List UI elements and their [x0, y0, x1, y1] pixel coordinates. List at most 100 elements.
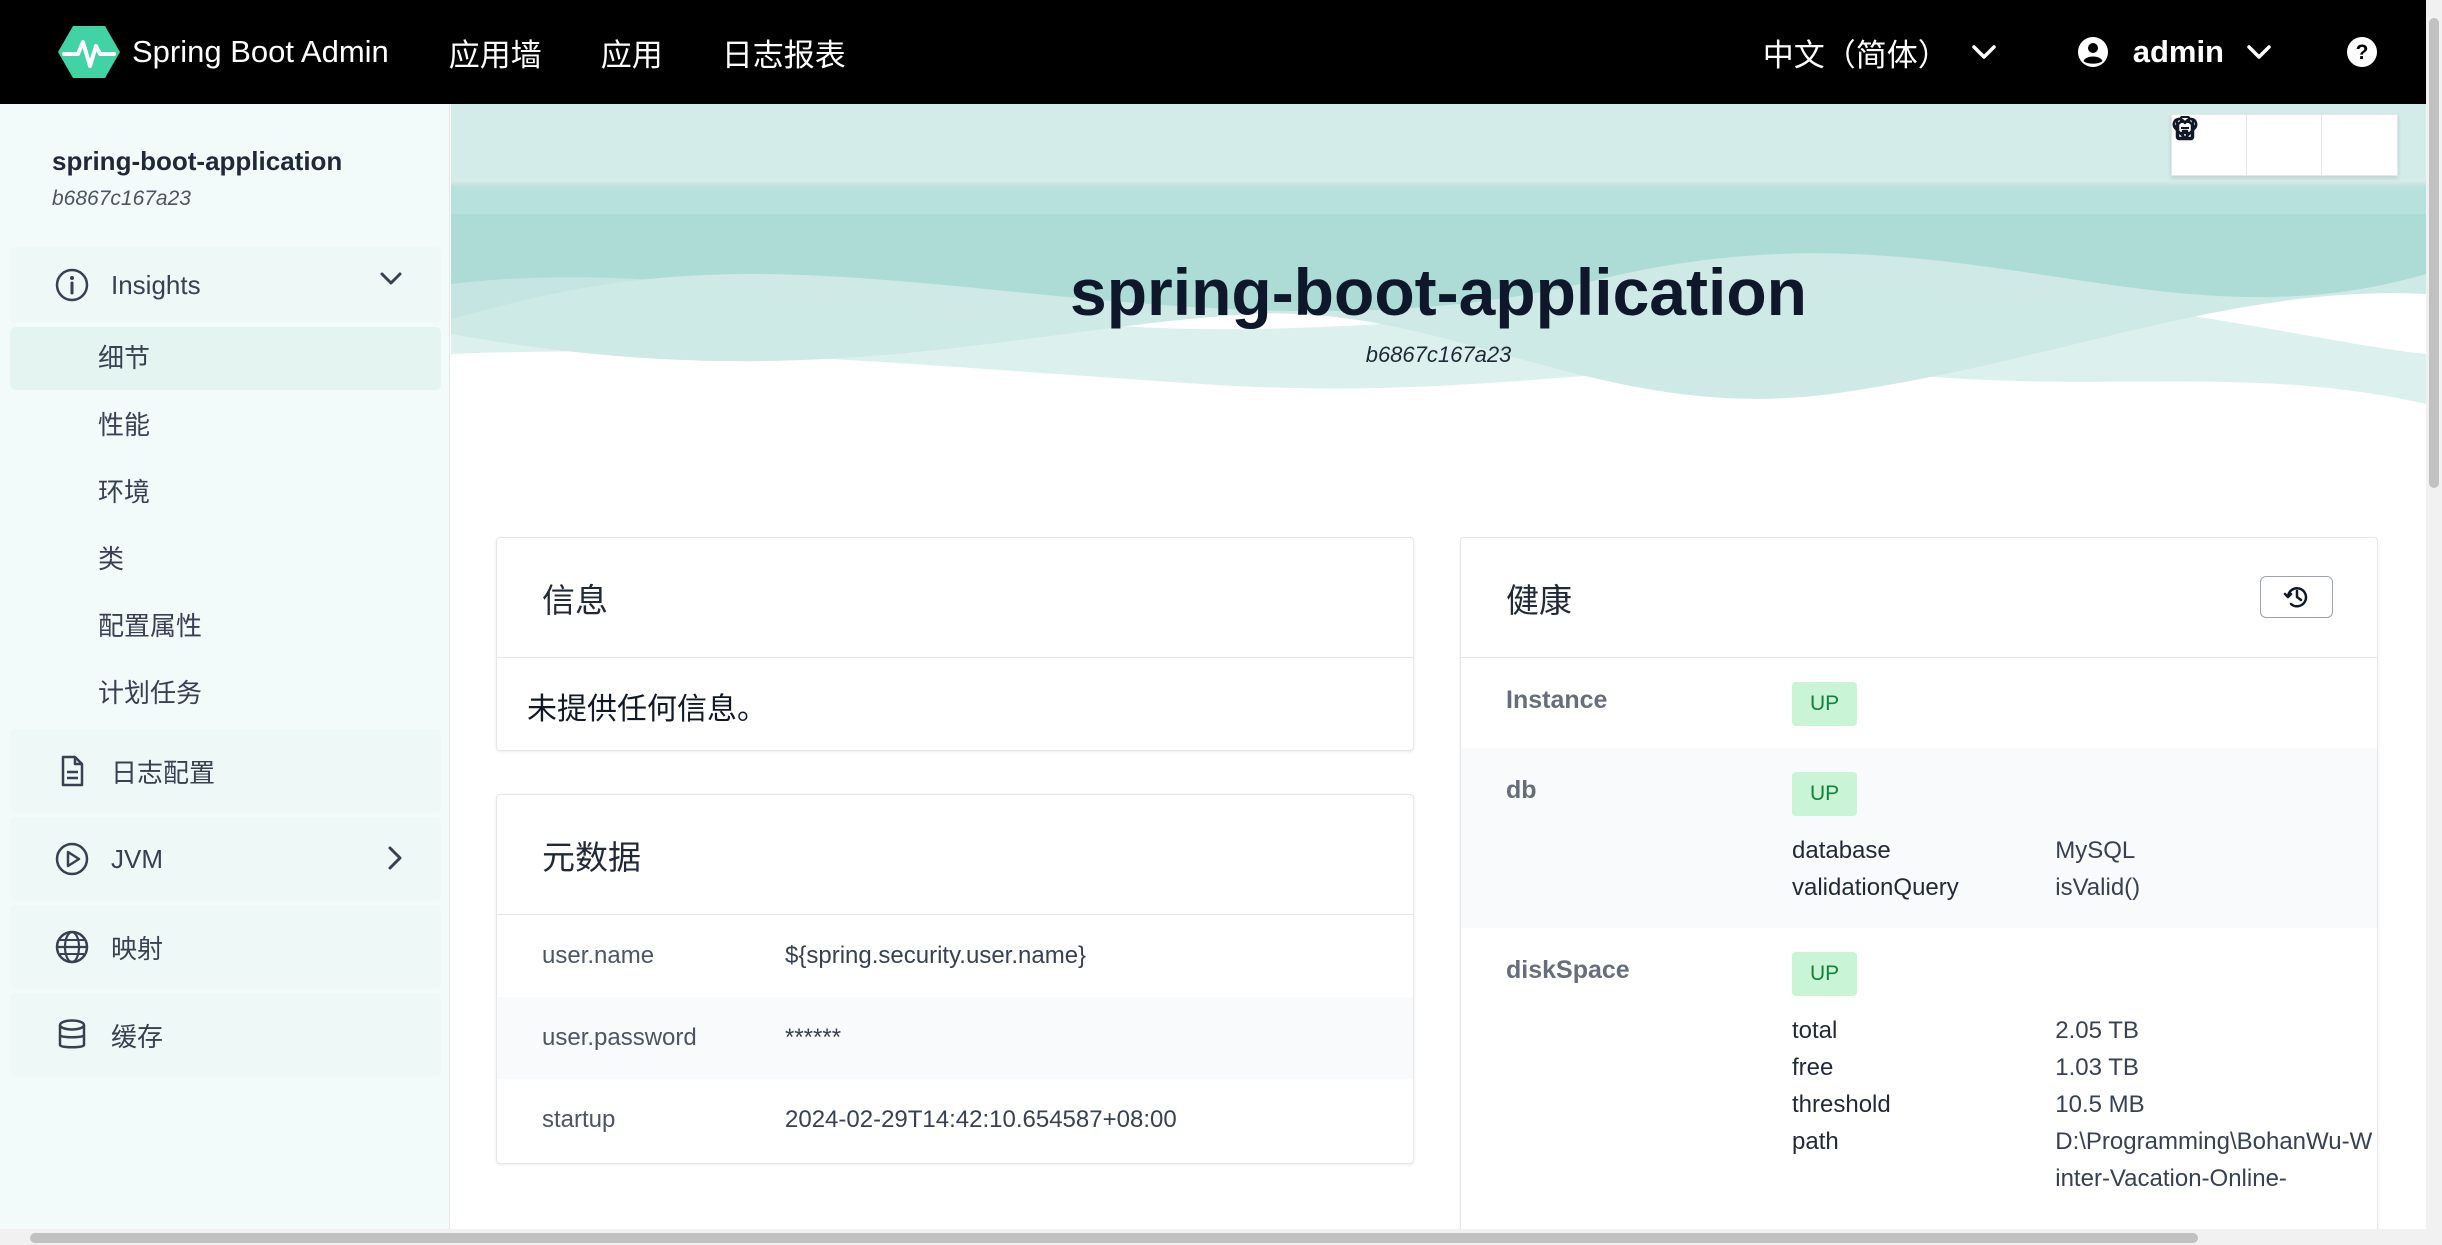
card-title: 信息	[497, 538, 1413, 658]
metadata-key: user.password	[542, 1024, 697, 1051]
user-menu[interactable]: admin	[2077, 34, 2272, 70]
sidebar-item-label: 日志配置	[111, 757, 216, 788]
detail-key: total	[1792, 1017, 1838, 1044]
globe-icon	[55, 930, 89, 964]
nav-link-wallboard[interactable]: 应用墙	[449, 30, 542, 75]
table-row: user.password ******	[497, 997, 1413, 1079]
main-content: spring-boot-application b6867c167a23 信息 …	[451, 104, 2426, 1229]
health-detail-row: validationQuery isValid()	[1792, 869, 2377, 906]
card-title: 健康	[1506, 581, 1572, 619]
health-component-name: diskSpace	[1506, 956, 1630, 984]
info-card: 信息 未提供任何信息。	[496, 537, 1414, 751]
sidebar-item-mappings[interactable]: 映射	[10, 905, 441, 989]
sidebar-item-label: 映射	[111, 933, 164, 964]
metadata-card: 元数据 user.name ${spring.security.user.nam…	[496, 794, 1414, 1164]
table-row: user.name ${spring.security.user.name}	[497, 915, 1413, 997]
detail-value: 2.05 TB	[2055, 1017, 2139, 1044]
detail-key: threshold	[1792, 1091, 1891, 1118]
table-row: startup 2024-02-29T14:42:10.654587+08:00	[497, 1079, 1413, 1161]
brand-name: Spring Boot Admin	[132, 34, 389, 69]
heartbeat-logo-icon	[58, 26, 120, 78]
brand[interactable]: Spring Boot Admin	[58, 24, 389, 80]
help-icon[interactable]: ?	[2346, 36, 2378, 68]
detail-key: database	[1792, 837, 1891, 864]
vertical-scrollbar[interactable]	[2426, 0, 2442, 1245]
username: admin	[2132, 34, 2224, 69]
detail-value: D:\Programming\BohanWu-Winter-Vacation-O…	[2055, 1128, 2373, 1192]
detail-key: validationQuery	[1792, 874, 1959, 901]
horizontal-scrollbar[interactable]	[0, 1229, 2426, 1245]
sidebar-item-label: 缓存	[111, 1021, 164, 1052]
sidebar-app-name: spring-boot-application	[52, 146, 343, 176]
health-detail-row: threshold 10.5 MB	[1792, 1086, 2377, 1123]
detail-value: 10.5 MB	[2055, 1091, 2145, 1118]
sidebar-item-configprops[interactable]: 配置属性	[10, 595, 441, 658]
info-icon	[55, 268, 89, 302]
nav-link-applications[interactable]: 应用	[601, 30, 663, 75]
play-circle-icon	[55, 842, 89, 876]
health-component: db UP database MySQL validationQuery isV…	[1461, 748, 2377, 928]
detail-key: free	[1792, 1054, 1834, 1081]
metadata-value: ******	[785, 1024, 842, 1051]
metadata-key: startup	[542, 1106, 616, 1133]
health-component-name: Instance	[1506, 686, 1608, 714]
sidebar-item-loggers[interactable]: 日志配置	[10, 729, 441, 813]
info-empty-text: 未提供任何信息。	[527, 693, 767, 726]
sidebar-group-label: Insights	[111, 269, 201, 300]
health-detail-row: free 1.03 TB	[1792, 1049, 2377, 1086]
card-title: 元数据	[497, 795, 1413, 915]
sidebar-item-metrics[interactable]: 性能	[10, 394, 441, 457]
quick-actions	[2171, 114, 2398, 176]
heart-icon	[2172, 117, 2198, 140]
detail-value: MySQL	[2055, 837, 2136, 864]
sidebar-item-scheduledtasks[interactable]: 计划任务	[10, 662, 441, 725]
svg-text:?: ?	[2356, 41, 2369, 64]
sidebar-app-header: spring-boot-application b6867c167a23	[0, 104, 449, 211]
sidebar-item-details[interactable]: 细节	[10, 327, 441, 390]
sidebar: spring-boot-application b6867c167a23 Ins…	[0, 104, 450, 1229]
clipboard-button[interactable]	[2175, 115, 2322, 175]
sidebar-item-environment[interactable]: 环境	[10, 461, 441, 524]
sidebar-nav: Insights 细节 性能 环境 类 配置属性 计划任务 日志配置 JVM 映…	[10, 247, 441, 1077]
metadata-key: user.name	[542, 942, 655, 969]
health-card: 健康 Instance UP db UP database MySQL vali…	[1460, 537, 2378, 1229]
health-component-name: db	[1506, 776, 1537, 804]
metadata-value: 2024-02-29T14:42:10.654587+08:00	[785, 1106, 1177, 1133]
sidebar-item-jvm[interactable]: JVM	[10, 817, 441, 901]
status-badge: UP	[1792, 952, 1858, 996]
language-label: 中文（简体）	[1762, 37, 1949, 73]
health-details: database MySQL validationQuery isValid()	[1792, 832, 2377, 906]
card-title-row: 健康	[1461, 538, 2377, 658]
vertical-scrollbar-thumb[interactable]	[2429, 18, 2439, 488]
health-component: diskSpace UP total 2.05 TB free 1.03 TB …	[1461, 928, 2377, 1215]
sidebar-app-id: b6867c167a23	[52, 187, 191, 210]
nav-link-journal[interactable]: 日志报表	[722, 30, 846, 75]
health-detail-row: path D:\Programming\BohanWu-Winter-Vacat…	[1792, 1123, 2377, 1197]
horizontal-scrollbar-thumb[interactable]	[30, 1233, 2198, 1243]
health-history-button[interactable]	[2260, 576, 2333, 618]
chevron-down-icon	[1971, 45, 1996, 59]
sidebar-item-label: JVM	[111, 843, 163, 874]
health-component: Instance UP	[1461, 658, 2377, 748]
status-badge: UP	[1792, 682, 1858, 726]
chevron-down-icon	[380, 272, 402, 285]
user-circle-icon	[2077, 37, 2108, 67]
detail-value: isValid()	[2055, 874, 2141, 901]
health-details: total 2.05 TB free 1.03 TB threshold 10.…	[1792, 1012, 2377, 1197]
sidebar-group-insights[interactable]: Insights	[10, 247, 441, 323]
database-icon	[58, 1019, 86, 1049]
metadata-value: ${spring.security.user.name}	[785, 942, 1087, 969]
health-detail-row: total 2.05 TB	[1792, 1012, 2377, 1049]
detail-value: 1.03 TB	[2055, 1054, 2139, 1081]
chevron-down-icon	[2247, 45, 2271, 59]
chevron-right-icon	[388, 846, 402, 870]
sidebar-item-caches[interactable]: 缓存	[10, 993, 441, 1077]
hero-subtitle: b6867c167a23	[1365, 342, 1512, 367]
favorite-button[interactable]	[2172, 115, 2397, 175]
health-detail-row: database MySQL	[1792, 832, 2377, 869]
hero-banner: spring-boot-application b6867c167a23	[451, 104, 2426, 424]
sidebar-item-beans[interactable]: 类	[10, 528, 441, 591]
history-icon	[2283, 587, 2307, 608]
language-select[interactable]: 中文（简体）	[1763, 30, 1997, 75]
top-navbar: Spring Boot Admin 应用墙 应用 日志报表 中文（简体） adm…	[0, 0, 2426, 104]
